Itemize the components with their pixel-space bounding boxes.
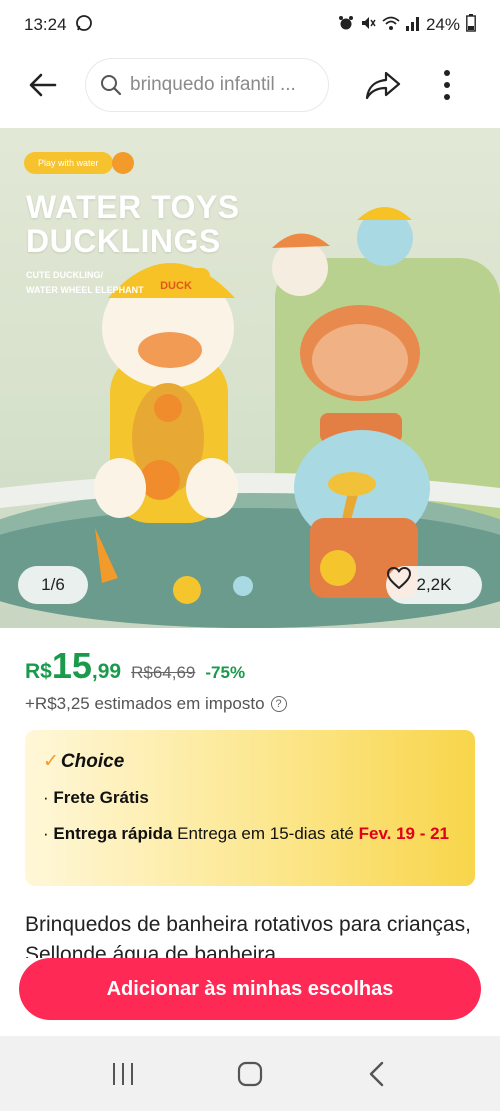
free-shipping-line: · Frete Grátis [43, 788, 149, 807]
tax-note: +R$3,25 estimados em imposto [25, 694, 265, 713]
app-header [0, 52, 500, 118]
current-price: R$ 15 ,99 [25, 648, 121, 684]
checkmark-icon: ✓ [43, 751, 59, 772]
signal-icon [405, 15, 420, 36]
battery-level: 24% [425, 15, 460, 34]
share-button[interactable] [356, 58, 410, 112]
original-price: R$64,69 [131, 663, 196, 682]
promo-subtitle-line-1: CUTE DUCKLING/ [26, 270, 103, 280]
whatsapp-icon [75, 14, 93, 37]
search-icon [101, 75, 122, 96]
add-to-choices-button[interactable]: Adicionar às minhas escolhas [19, 958, 481, 1020]
product-image-gallery[interactable]: DUCK Play with water WATER TOYS DUCKLING… [0, 128, 500, 628]
recent-apps-button[interactable] [93, 1049, 153, 1099]
back-arrow-icon [29, 73, 57, 97]
more-options-button[interactable] [432, 58, 462, 112]
promo-title: WATER TOYS DUCKLINGS [26, 189, 240, 259]
wishlist-button[interactable]: 2,2K [386, 566, 482, 604]
choice-brand: ✓ Choice [43, 750, 457, 773]
more-vertical-icon [444, 70, 450, 100]
home-button[interactable] [220, 1049, 280, 1099]
wifi-icon [382, 15, 400, 36]
delivery-text: Entrega em 15-dias até [172, 824, 359, 843]
status-bar: 13:24 24% [0, 0, 500, 50]
choice-benefits-card[interactable]: ✓ Choice · Frete Grátis · Entrega rápida… [25, 730, 475, 886]
tax-note-row[interactable]: +R$3,25 estimados em imposto ? [25, 694, 287, 714]
back-nav-icon [369, 1061, 383, 1086]
image-page-counter: 1/6 [18, 566, 88, 604]
heart-icon [387, 567, 411, 589]
back-button[interactable] [16, 58, 70, 112]
product-title: Brinquedos de banheira rotativos para cr… [25, 913, 471, 958]
promo-subtitle-line-2: WATER WHEEL ELEPHANT [26, 285, 144, 295]
likes-count: 2,2K [416, 575, 452, 594]
price-row: R$ 15 ,99 R$64,69 -75% [25, 648, 245, 684]
price-integer: 15 [51, 645, 92, 686]
free-shipping-label: Frete Grátis [53, 788, 149, 807]
back-nav-button[interactable] [347, 1049, 407, 1099]
promo-dot [112, 152, 134, 174]
promo-subtitle: CUTE DUCKLING/ WATER WHEEL ELEPHANT [26, 268, 226, 298]
promo-pill: Play with water [24, 152, 113, 174]
discount-badge: -75% [205, 663, 246, 682]
price-currency: R$ [25, 660, 52, 683]
price-decimal: ,99 [91, 660, 122, 683]
delivery-deadline: Fev. 19 - 21 [358, 824, 450, 843]
battery-icon [466, 13, 476, 37]
share-icon [365, 71, 401, 100]
help-circle-icon[interactable]: ? [270, 696, 287, 712]
clock: 13:24 [24, 15, 67, 34]
search-input[interactable] [130, 74, 310, 96]
mute-icon [360, 15, 376, 36]
recent-apps-icon [113, 1062, 134, 1085]
search-bar[interactable] [86, 59, 328, 111]
system-navigation-bar [0, 1036, 500, 1111]
fast-delivery-label: Entrega rápida [53, 824, 173, 843]
alarm-icon [338, 15, 354, 36]
choice-label: Choice [60, 750, 125, 772]
home-icon [237, 1061, 263, 1086]
fast-delivery-line: · Entrega rápida Entrega em 15-dias até … [43, 824, 450, 843]
status-icons: 24% [338, 13, 476, 37]
